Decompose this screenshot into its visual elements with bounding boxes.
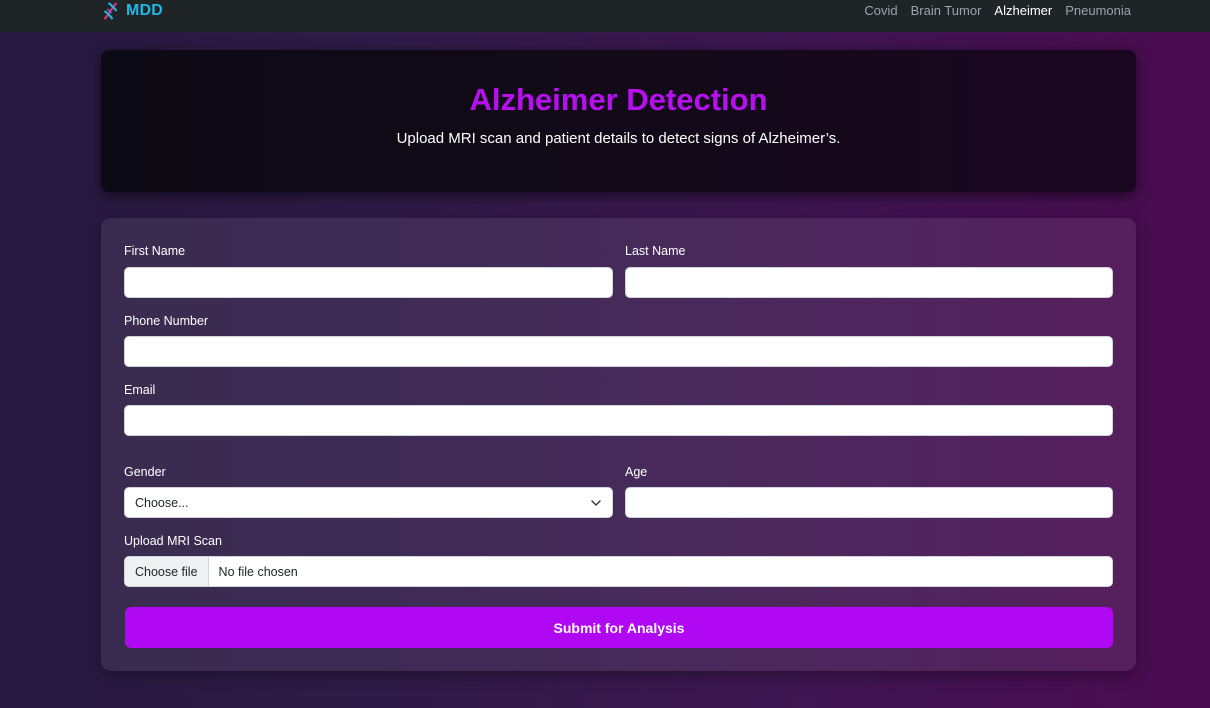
email-label: Email — [124, 383, 156, 397]
mri-file-input[interactable]: Choose file No file chosen — [124, 556, 1113, 587]
hero-banner: Alzheimer Detection Upload MRI scan and … — [101, 50, 1136, 192]
nav-links: Covid Brain Tumor Alzheimer Pneumonia — [864, 3, 1131, 18]
mri-upload-label: Upload MRI Scan — [124, 534, 222, 548]
brand-link[interactable]: MDD — [100, 0, 163, 22]
top-navbar: MDD Covid Brain Tumor Alzheimer Pneumoni… — [0, 0, 1210, 32]
last-name-label: Last Name — [625, 244, 686, 258]
nav-link-pneumonia[interactable]: Pneumonia — [1065, 3, 1131, 18]
age-input[interactable] — [625, 487, 1113, 518]
choose-file-button[interactable]: Choose file — [125, 557, 209, 586]
gender-select[interactable]: Choose... — [124, 487, 613, 518]
nav-link-alzheimer[interactable]: Alzheimer — [994, 3, 1052, 18]
dna-icon — [103, 2, 118, 20]
patient-form: First Name Last Name Phone Number Email … — [101, 218, 1136, 671]
gender-label: Gender — [124, 465, 166, 479]
first-name-label: First Name — [124, 244, 186, 258]
page-title: Alzheimer Detection — [469, 82, 768, 117]
page-subtitle: Upload MRI scan and patient details to d… — [396, 130, 841, 147]
submit-button[interactable]: Submit for Analysis — [125, 607, 1113, 648]
phone-label: Phone Number — [124, 314, 209, 328]
phone-input[interactable] — [124, 336, 1113, 367]
nav-link-covid[interactable]: Covid — [864, 3, 897, 18]
gender-selected-value: Choose... — [135, 495, 189, 510]
first-name-input[interactable] — [124, 267, 613, 298]
email-input[interactable] — [124, 405, 1113, 436]
age-label: Age — [625, 465, 648, 479]
brand-name: MDD — [126, 2, 164, 19]
last-name-input[interactable] — [625, 267, 1113, 298]
nav-link-brain-tumor[interactable]: Brain Tumor — [911, 3, 982, 18]
file-status-text: No file chosen — [218, 564, 298, 579]
chevron-down-icon — [591, 499, 601, 506]
